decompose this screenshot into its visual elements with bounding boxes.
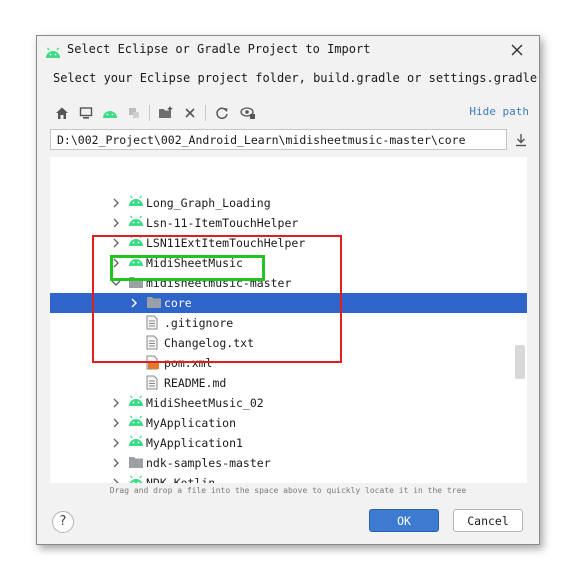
tree-row-label: MyApplication [146, 416, 237, 430]
chevron-right-icon[interactable] [110, 417, 122, 429]
tree-row-label: Long_Graph_Loading [146, 196, 271, 210]
tree-row-label: ndk-samples-master [146, 456, 271, 470]
chevron-right-icon[interactable] [110, 237, 122, 249]
toolbar-separator [149, 105, 150, 121]
tree-row-label: MyApplication1 [146, 436, 243, 450]
file-tree[interactable]: Long_Graph_Loading Lsn-11-ItemTouchHelper… [50, 157, 527, 483]
chevron-right-icon[interactable] [110, 437, 122, 449]
chevron-right-icon[interactable] [110, 477, 122, 483]
tree-row[interactable]: .gitignore [50, 313, 527, 333]
android-module-icon [128, 255, 144, 271]
close-icon[interactable] [509, 42, 525, 58]
android-module-icon [128, 435, 144, 451]
tree-row[interactable]: MidiSheetMusic [50, 253, 527, 273]
chevron-right-icon[interactable] [128, 297, 140, 309]
android-module-icon [128, 475, 144, 483]
tree-row-label: MidiSheetMusic [146, 256, 243, 270]
chevron-right-icon[interactable] [110, 197, 122, 209]
tree-row-label: NDK_Kotlin [146, 476, 216, 483]
chevron-down-icon[interactable] [110, 277, 122, 289]
tree-row-label: core [164, 296, 192, 310]
chevron-right-icon[interactable] [110, 397, 122, 409]
chevron-right-icon[interactable] [110, 457, 122, 469]
android-module-icon [128, 395, 144, 411]
text-file-icon [146, 315, 162, 331]
title-bar: Select Eclipse or Gradle Project to Impo… [37, 36, 539, 64]
android-icon [45, 44, 61, 63]
tree-row[interactable]: midisheetmusic-master [50, 273, 527, 293]
chevron-right-icon[interactable] [110, 257, 122, 269]
dialog-title: Select Eclipse or Gradle Project to Impo… [67, 42, 371, 56]
toolbar-separator [205, 105, 206, 121]
android-project-icon[interactable] [99, 102, 121, 124]
show-hidden-icon[interactable] [237, 102, 259, 124]
tree-row[interactable]: MyApplication1 [50, 433, 527, 453]
chevron-right-icon[interactable] [110, 217, 122, 229]
tree-row[interactable]: Lsn-11-ItemTouchHelper [50, 213, 527, 233]
android-module-icon [128, 235, 144, 251]
text-file-icon [146, 335, 162, 351]
tree-row-label: Lsn-11-ItemTouchHelper [146, 216, 299, 230]
import-project-dialog: Select Eclipse or Gradle Project to Impo… [36, 35, 540, 545]
path-input[interactable]: D:\002_Project\002_Android_Learn\midishe… [50, 129, 507, 150]
drag-drop-hint: Drag and drop a file into the space abov… [109, 486, 467, 495]
hide-path-link[interactable]: Hide path [469, 105, 529, 118]
tree-row[interactable]: README.md [50, 373, 527, 393]
file-chooser-toolbar: Hide path [47, 102, 529, 124]
download-icon[interactable] [513, 132, 529, 148]
tree-row[interactable]: ndk-samples-master [50, 453, 527, 473]
tree-row[interactable]: MyApplication [50, 413, 527, 433]
folder-icon [128, 455, 144, 471]
home-icon[interactable] [51, 102, 73, 124]
tree-row[interactable]: NDK_Kotlin [50, 473, 527, 483]
new-folder-icon[interactable] [155, 102, 177, 124]
module-icon [123, 102, 145, 124]
delete-icon[interactable] [179, 102, 201, 124]
android-module-icon [128, 195, 144, 211]
ok-button[interactable]: OK [369, 509, 439, 532]
tree-row-label: README.md [164, 376, 227, 390]
refresh-icon[interactable] [211, 102, 233, 124]
tree-row[interactable]: MidiSheetMusic_02 [50, 393, 527, 413]
android-module-icon [128, 215, 144, 231]
tree-scrollbar[interactable] [515, 345, 525, 379]
android-module-icon [128, 415, 144, 431]
folder-icon [146, 295, 162, 311]
tree-row-label: pom.xml [164, 356, 213, 370]
tree-row-selected[interactable]: core [50, 293, 527, 313]
tree-row[interactable]: Long_Graph_Loading [50, 193, 527, 213]
xml-file-icon [146, 355, 162, 371]
cancel-button[interactable]: Cancel [453, 509, 523, 532]
dialog-description: Select your Eclipse project folder, buil… [53, 71, 538, 85]
tree-row[interactable]: Changelog.txt [50, 333, 527, 353]
tree-row-label: Changelog.txt [164, 336, 255, 350]
desktop-icon[interactable] [75, 102, 97, 124]
tree-row-label: .gitignore [164, 316, 234, 330]
tree-row-label: MidiSheetMusic_02 [146, 396, 264, 410]
help-button[interactable]: ? [52, 511, 74, 533]
folder-icon [128, 275, 144, 291]
tree-row-label: midisheetmusic-master [146, 276, 292, 290]
tree-row-label: LSN11ExtItemTouchHelper [146, 236, 306, 250]
text-file-icon [146, 375, 162, 391]
tree-row[interactable]: pom.xml [50, 353, 527, 373]
tree-row[interactable]: LSN11ExtItemTouchHelper [50, 233, 527, 253]
